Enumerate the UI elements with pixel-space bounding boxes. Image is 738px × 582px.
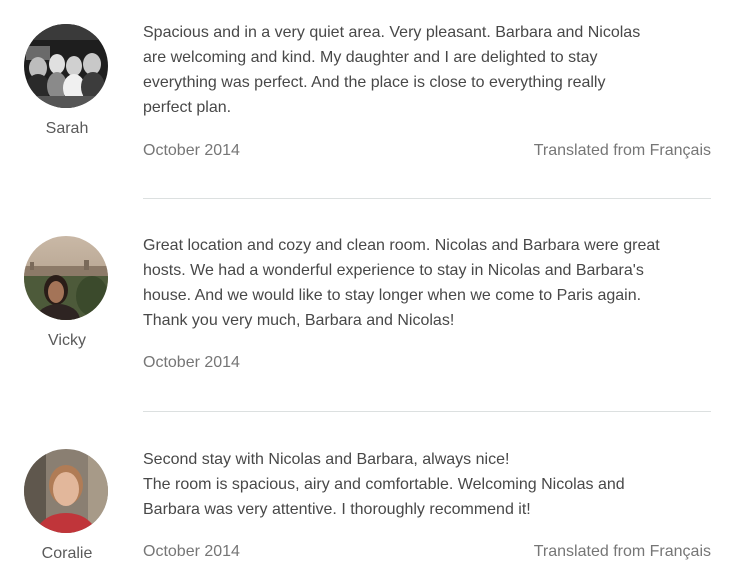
review-date: October 2014 [143,142,240,159]
group-photo-avatar[interactable] [24,24,108,108]
review-date: October 2014 [143,354,240,371]
reviewer-name[interactable]: Vicky [24,332,110,350]
review-text: Great location and cozy and clean room. … [143,233,718,333]
review-text: Second stay with Nicolas and Barbara, al… [143,447,718,522]
review-date: October 2014 [143,543,240,560]
review-text-line: are welcoming and kind. My daughter and … [143,49,598,66]
reviewer-profile[interactable]: Vicky [24,236,110,349]
review-item: Vicky Great location and cozy and clean … [0,212,738,412]
review-text-line: hosts. We had a wonderful experience to … [143,262,644,279]
review-text-line: Second stay with Nicolas and Barbara, al… [143,451,510,468]
review-text-line: The room is spacious, airy and comfortab… [143,476,625,493]
review-text-line: everything was perfect. And the place is… [143,74,606,91]
divider [143,198,711,199]
review-text-line: Thank you very much, Barbara and Nicolas… [143,312,455,329]
reviewer-name[interactable]: Coralie [24,545,110,563]
review-text-line: Spacious and in a very quiet area. Very … [143,24,641,41]
divider [143,411,711,412]
translated-note[interactable]: Translated from Français [534,543,711,561]
review-text-line: Barbara was very attentive. I thoroughly… [143,501,531,518]
portrait-cityscape-avatar[interactable] [24,236,108,320]
reviewer-profile[interactable]: Coralie [24,449,110,562]
review-text-line: perfect plan. [143,99,232,116]
review-text: Spacious and in a very quiet area. Very … [143,20,718,120]
review-item: Coralie Second stay with Nicolas and Bar… [0,425,738,582]
review-text-line: house. And we would like to stay longer … [143,287,642,304]
reviewer-name[interactable]: Sarah [24,120,110,138]
translated-note[interactable]: Translated from Français [534,142,711,160]
portrait-avatar[interactable] [24,449,108,533]
review-item: Sarah Spacious and in a very quiet area.… [0,0,738,200]
review-text-line: Great location and cozy and clean room. … [143,237,660,254]
reviewer-profile[interactable]: Sarah [24,24,110,137]
